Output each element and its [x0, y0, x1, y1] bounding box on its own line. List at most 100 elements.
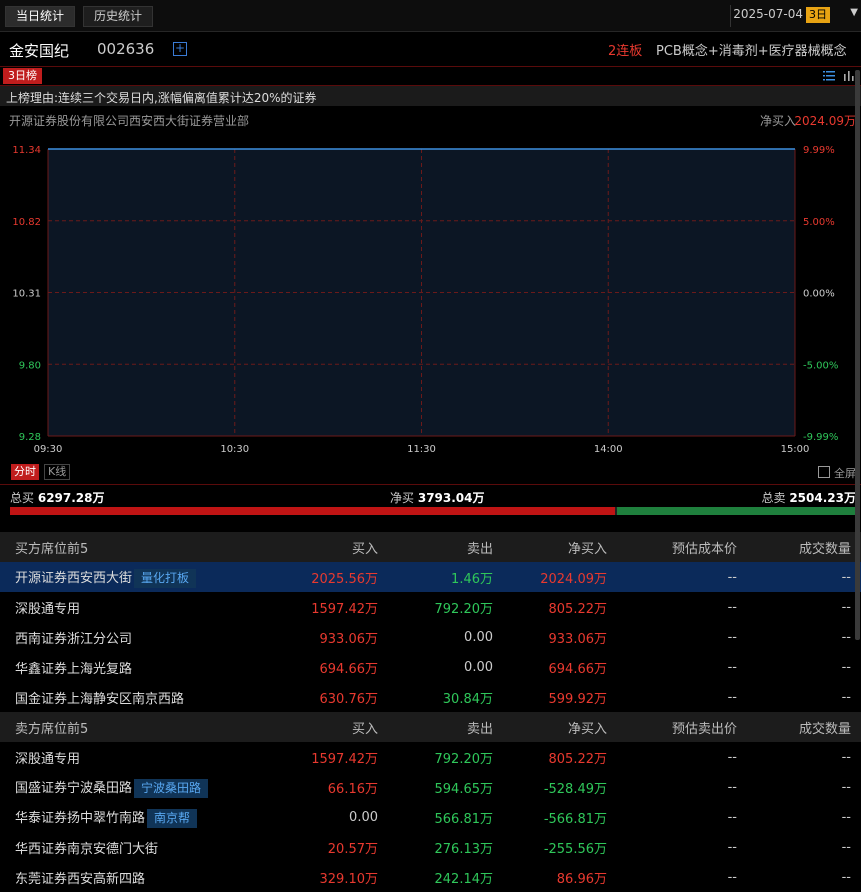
y2-tick-label: -5.00%	[803, 360, 838, 371]
sell-amount-text: 792.20万	[434, 751, 494, 767]
day-range-pill[interactable]: 3日	[806, 7, 830, 23]
seat-name-text: 开源证券西安西大街	[15, 570, 133, 586]
fullscreen-button[interactable]: 全屏	[818, 465, 856, 481]
col-header[interactable]: 成交数量	[737, 712, 861, 742]
add-watchlist-icon[interactable]: +	[173, 42, 187, 56]
col-header[interactable]: 买入	[200, 532, 378, 562]
x-tick-label: 14:00	[594, 444, 623, 455]
total-net: 净买 3793.04万	[390, 489, 485, 506]
net-buy-value: 2024.09万	[794, 114, 856, 128]
col-header[interactable]: 预估成本价	[607, 532, 737, 562]
table-row[interactable]: 深股通专用 1597.42万 792.20万 805.22万 -- --	[0, 742, 861, 772]
col-header[interactable]: 卖出	[378, 532, 493, 562]
net-amount: 2024.09万	[493, 562, 607, 592]
listing-reason: 上榜理由:连续三个交易日内,涨幅偏离值累计达20%的证券	[6, 91, 317, 105]
seat-tag[interactable]: 南京帮	[147, 808, 198, 828]
scrollbar[interactable]	[855, 70, 860, 640]
buy-amount-text: 630.76万	[319, 691, 379, 707]
sellers-table-header: 卖方席位前5 买入 卖出 净买入 预估卖出价 成交数量	[0, 712, 861, 742]
top-tab-bar: 当日统计 历史统计 2025-07-04 3日 ▼	[0, 0, 861, 32]
net-amount: 86.96万	[493, 862, 607, 892]
list-view-icon[interactable]	[823, 70, 835, 81]
table-row[interactable]: 华鑫证券上海光复路 694.66万 0.00 694.66万 -- --	[0, 652, 861, 682]
table-row[interactable]: 东莞证券西安高新四路 329.10万 242.14万 86.96万 -- --	[0, 862, 861, 892]
volume-text: --	[841, 749, 851, 765]
est-price: --	[607, 772, 737, 802]
tab-today-stats[interactable]: 当日统计	[5, 6, 76, 27]
volume: --	[737, 562, 861, 592]
volume-text: --	[841, 689, 851, 705]
fullscreen-label: 全屏	[834, 467, 856, 480]
total-buy-label: 总买	[10, 491, 35, 505]
table-row[interactable]: 国盛证券宁波桑田路 宁波桑田路 66.16万 594.65万 -528.49万 -- --	[0, 772, 861, 802]
tab-intraday[interactable]: 分时	[11, 464, 39, 480]
net-amount: -566.81万	[493, 802, 607, 832]
col-header[interactable]: 净买入	[493, 532, 607, 562]
seat-name: 深股通专用	[0, 742, 200, 772]
seat-name: 华西证券南京安德门大街	[0, 832, 200, 862]
seat-tag[interactable]: 宁波桑田路	[134, 778, 209, 798]
sell-amount: 30.84万	[378, 682, 493, 712]
est-price-text: --	[727, 749, 737, 765]
col-header[interactable]: 净买入	[493, 712, 607, 742]
table-row[interactable]: 开源证券西安西大街 量化打板 2025.56万 1.46万 2024.09万 -- --	[0, 562, 861, 592]
est-price: --	[607, 862, 737, 892]
y-tick-label: 9.28	[19, 432, 41, 443]
intraday-chart[interactable]: 11.34 9.99% 10.82 5.00% 10.31 0.00% 9.80 -5.00%…	[0, 134, 861, 458]
table-row[interactable]: 西南证券浙江分公司 933.06万 0.00 933.06万 -- --	[0, 622, 861, 652]
table-row[interactable]: 国金证券上海静安区南京西路 630.76万 30.84万 599.92万 -- --	[0, 682, 861, 712]
sellers-table: 卖方席位前5 买入 卖出 净买入 预估卖出价 成交数量 深股通专用 1597.42…	[0, 712, 861, 892]
bar-chart-icon[interactable]	[843, 70, 855, 81]
sell-amount-text: 30.84万	[442, 691, 493, 707]
sell-amount-text: 0.00	[464, 629, 493, 645]
tab-history-stats[interactable]: 历史统计	[83, 6, 154, 27]
reason-row: 上榜理由:连续三个交易日内,涨幅偏离值累计达20%的证券	[0, 86, 861, 106]
sell-amount: 276.13万	[378, 832, 494, 862]
date-selector[interactable]: 2025-07-04	[733, 7, 803, 21]
est-price-text: --	[727, 629, 737, 645]
col-header[interactable]: 买入	[200, 712, 378, 742]
seat-tag[interactable]: 量化打板	[134, 568, 197, 588]
est-price-text: --	[727, 569, 737, 585]
col-header[interactable]: 预估卖出价	[607, 712, 737, 742]
total-net-value: 3793.04万	[417, 491, 485, 505]
volume: --	[737, 862, 861, 892]
y2-tick-label: -9.99%	[803, 432, 838, 443]
volume-text: --	[841, 869, 851, 885]
volume-text: --	[841, 839, 851, 855]
sell-amount: 1.46万	[378, 562, 493, 592]
date-divider	[730, 5, 731, 27]
est-price: --	[607, 592, 737, 622]
buy-amount: 20.57万	[200, 832, 378, 862]
buy-amount-text: 1597.42万	[311, 751, 378, 767]
volume: --	[737, 682, 861, 712]
seat-name-text: 深股通专用	[15, 601, 81, 617]
tab-kline[interactable]: K线	[44, 464, 71, 480]
col-header[interactable]: 成交数量	[737, 532, 861, 562]
net-amount-text: 933.06万	[548, 631, 608, 647]
seat-name-text: 国盛证券宁波桑田路	[15, 780, 133, 796]
volume-text: --	[841, 569, 851, 585]
col-header: 卖方席位前5	[0, 712, 200, 742]
buy-amount: 694.66万	[200, 652, 379, 682]
rank-badge[interactable]: 3日榜	[3, 68, 42, 84]
rank-row: 3日榜	[0, 67, 861, 86]
chevron-down-icon[interactable]: ▼	[850, 7, 858, 18]
est-price-text: --	[727, 839, 737, 855]
buy-amount-text: 66.16万	[327, 781, 378, 797]
table-row[interactable]: 华西证券南京安德门大街 20.57万 276.13万 -255.56万 -- --	[0, 832, 861, 862]
volume-text: --	[841, 809, 851, 825]
net-amount: 694.66万	[493, 652, 608, 682]
buy-amount-text: 933.06万	[319, 631, 379, 647]
buy-amount: 933.06万	[200, 622, 379, 652]
total-buy-value: 6297.28万	[37, 491, 105, 505]
table-row[interactable]: 深股通专用 1597.42万 792.20万 805.22万 -- --	[0, 592, 861, 622]
volume: --	[737, 772, 861, 802]
seat-name: 开源证券西安西大街 量化打板	[0, 562, 200, 592]
net-amount-text: 86.96万	[556, 871, 607, 887]
col-header[interactable]: 卖出	[378, 712, 493, 742]
x-tick-label: 10:30	[220, 444, 249, 455]
net-amount: -255.56万	[493, 832, 607, 862]
table-row[interactable]: 华泰证券扬中翠竹南路 南京帮 0.00 566.81万 -566.81万 -- --	[0, 802, 861, 832]
est-price: --	[607, 802, 737, 832]
